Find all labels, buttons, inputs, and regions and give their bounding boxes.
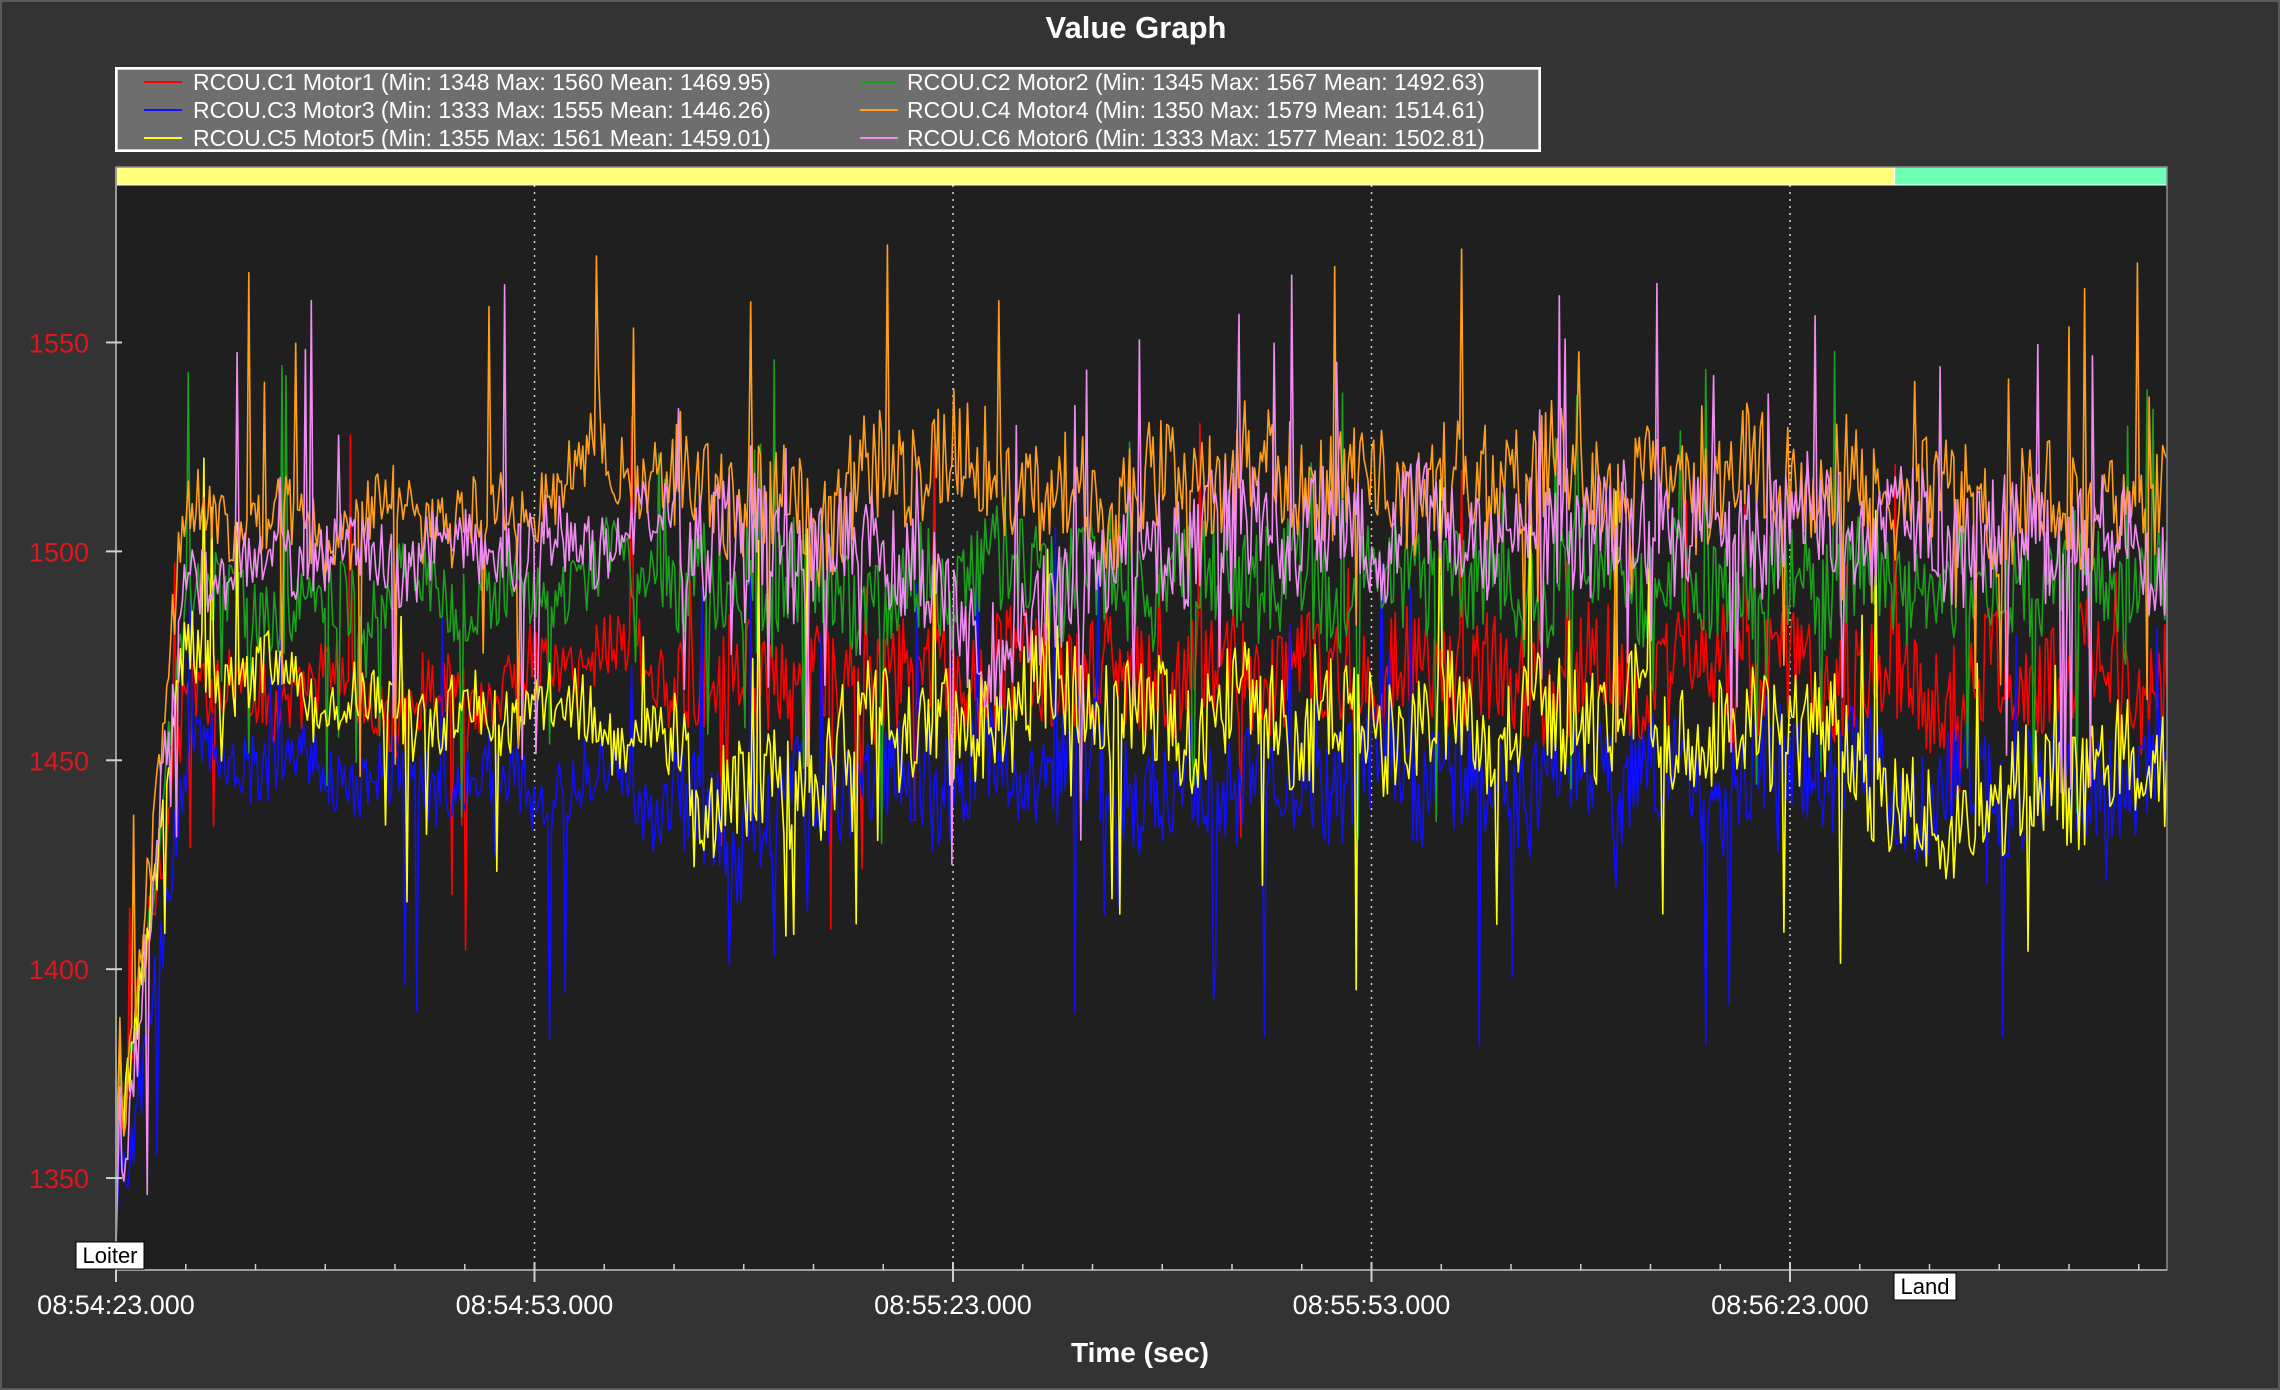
y-tick-label: 1500 <box>29 537 89 567</box>
legend-entry: RCOU.C2 Motor2 (Min: 1345 Max: 1567 Mean… <box>907 69 1485 95</box>
legend: RCOU.C1 Motor1 (Min: 1348 Max: 1560 Mean… <box>115 67 1541 152</box>
mode-label: Land <box>1901 1274 1950 1299</box>
y-tick-label: 1550 <box>29 328 89 358</box>
flight-mode-bar <box>115 166 2168 186</box>
y-tick-label: 1350 <box>29 1164 89 1194</box>
legend-entry: RCOU.C1 Motor1 (Min: 1348 Max: 1560 Mean… <box>193 69 771 95</box>
plot-area <box>116 167 2167 1270</box>
y-tick-label: 1450 <box>29 746 89 776</box>
mode-segment <box>115 166 1896 186</box>
x-tick-label: 08:54:53.000 <box>456 1290 614 1320</box>
y-tick-label: 1400 <box>29 955 89 985</box>
legend-entry: RCOU.C5 Motor5 (Min: 1355 Max: 1561 Mean… <box>193 125 771 151</box>
x-tick-label: 08:56:23.000 <box>1711 1290 1869 1320</box>
x-tick-label: 08:55:53.000 <box>1293 1290 1451 1320</box>
value-graph: Value Graph 1350 1400 1450 1500 1550 08:54:2… <box>0 0 2280 1390</box>
mode-label: Loiter <box>82 1243 137 1268</box>
x-tick-label: 08:55:23.000 <box>874 1290 1032 1320</box>
legend-entry: RCOU.C6 Motor6 (Min: 1333 Max: 1577 Mean… <box>907 125 1485 151</box>
mode-segment <box>1894 166 2168 186</box>
x-tick-label: 08:54:23.000 <box>37 1290 195 1320</box>
legend-entry: RCOU.C3 Motor3 (Min: 1333 Max: 1555 Mean… <box>193 97 771 123</box>
x-axis-label: Time (sec) <box>1071 1337 1209 1368</box>
legend-entry: RCOU.C4 Motor4 (Min: 1350 Max: 1579 Mean… <box>907 97 1485 123</box>
chart-title: Value Graph <box>1046 10 1227 45</box>
